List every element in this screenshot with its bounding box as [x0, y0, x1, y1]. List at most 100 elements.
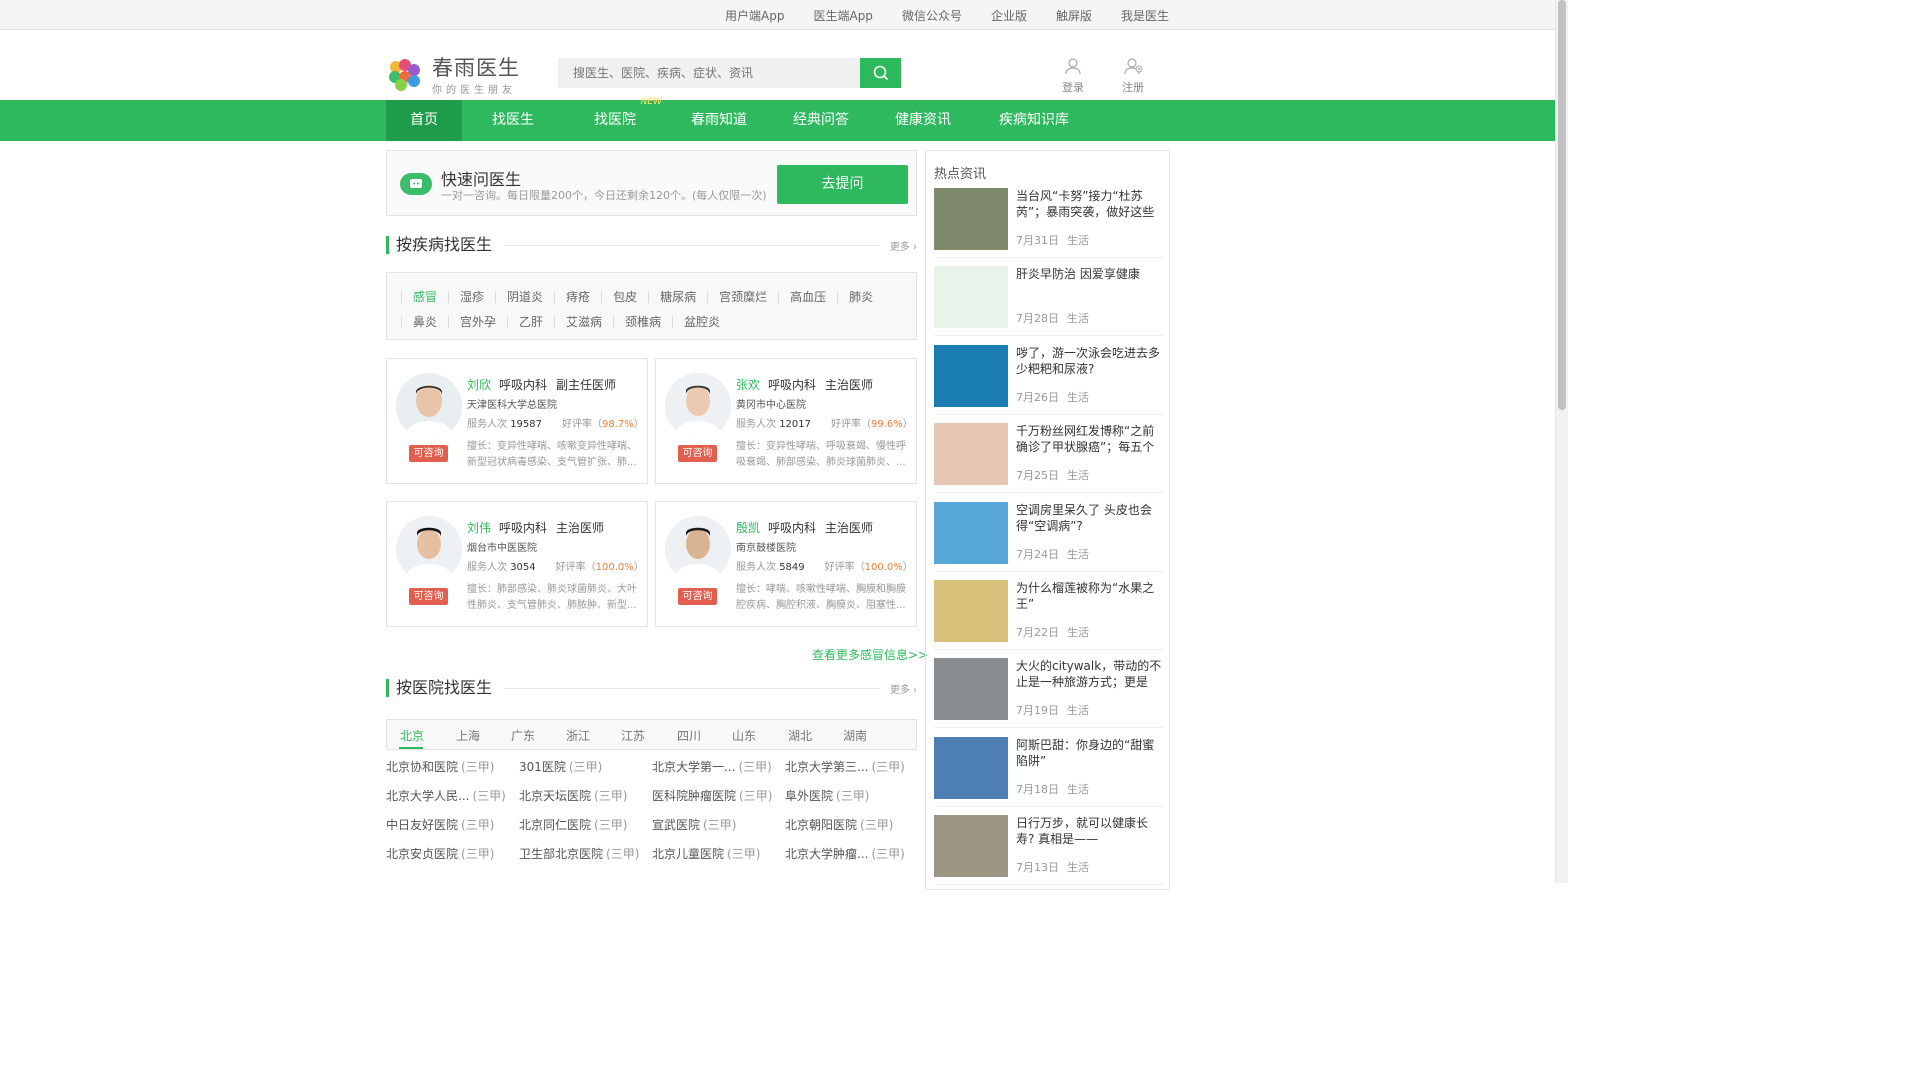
enterprise-link[interactable]: 企业版 [991, 7, 1027, 24]
news-item[interactable]: 阿斯巴甜：你身边的“甜蜜陷阱” 7月18日 生活 [934, 729, 1163, 807]
hospital-link[interactable]: 北京儿童医院 (三甲) [652, 845, 760, 862]
news-item[interactable]: 肝炎早防治 因爱享健康 7月28日 生活 [934, 258, 1163, 337]
login-button[interactable]: 登录 [1053, 57, 1093, 95]
news-headline: 空调房里呆久了 头皮也会得“空调病”? [1016, 502, 1152, 533]
doctor-card[interactable]: 可咨询 刘欣 呼吸内科 副主任医师 天津医科大学总医院 服务人次 19587 好评率（… [386, 358, 648, 484]
doctor-name[interactable]: 张欢 [736, 378, 760, 392]
doctor-hospital: 烟台市中医医院 [467, 543, 537, 554]
nav-health-news[interactable]: 健康资讯 [870, 100, 976, 141]
disease-tag[interactable]: 艾滋病 [554, 316, 613, 328]
disease-tag[interactable]: 盆腔炎 [672, 316, 731, 328]
tab-jiangsu[interactable]: 江苏 [621, 727, 645, 744]
disease-tag[interactable]: 肺炎 [837, 291, 884, 303]
hospital-link[interactable]: 宣武医院 (三甲) [652, 816, 736, 833]
rate-end: ） [633, 419, 644, 430]
consult-button[interactable]: 可咨询 [678, 588, 717, 605]
hospital-link[interactable]: 阜外医院 (三甲) [785, 787, 869, 804]
logo-icon [389, 59, 420, 91]
disease-tag[interactable]: 湿疹 [448, 291, 495, 303]
doctor-stats: 服务人次 5849 好评率（100.0%） [736, 558, 913, 573]
hospital-name: 卫生部北京医院 [519, 847, 604, 861]
wechat-link[interactable]: 微信公众号 [902, 7, 962, 24]
hospital-link[interactable]: 北京天坛医院 (三甲) [519, 787, 627, 804]
tab-shanghai[interactable]: 上海 [456, 727, 480, 744]
logo[interactable]: 春雨医生 你的医生朋友 [389, 56, 520, 96]
tab-beijing[interactable]: 北京 [400, 727, 424, 744]
scrollbar[interactable] [1555, 0, 1568, 883]
hospital-level: (三甲) [871, 847, 905, 861]
tab-hunan[interactable]: 湖南 [843, 727, 867, 744]
disease-tag[interactable]: 乙肝 [507, 316, 554, 328]
hospital-more-link[interactable]: 更多 › [890, 681, 917, 696]
nav-home[interactable]: 首页 [386, 100, 462, 141]
news-headline: 日行万步，就可以健康长寿? 真相是—— [1016, 816, 1149, 847]
tab-sichuan[interactable]: 四川 [677, 727, 701, 744]
touch-link[interactable]: 触屏版 [1056, 7, 1092, 24]
nav-chunyu-knows[interactable]: 春雨知道 [666, 100, 772, 141]
disease-tag[interactable]: 阴道炎 [495, 291, 554, 303]
scrollbar-thumb[interactable] [1558, 0, 1566, 410]
hospital-link[interactable]: 北京安贞医院 (三甲) [386, 845, 494, 862]
nav-classic-qa[interactable]: 经典问答 [772, 100, 870, 141]
register-button[interactable]: 注册 [1113, 57, 1153, 95]
disease-tag[interactable]: 颈椎病 [613, 316, 672, 328]
rate-label: 好评率（ [562, 419, 602, 430]
news-item[interactable]: 哕了，游一次泳会吃进去多少粑粑和尿液? 7月26日 生活 [934, 337, 1163, 415]
hospital-link[interactable]: 医科院肿瘤医院 (三甲) [652, 787, 772, 804]
doctor-name[interactable]: 刘欣 [467, 378, 491, 392]
doctor-name[interactable]: 刘伟 [467, 521, 491, 535]
disease-tag[interactable]: 鼻炎 [401, 316, 448, 328]
ask-button[interactable]: 去提问 [777, 165, 908, 204]
hospital-link[interactable]: 北京大学第一... (三甲) [652, 758, 772, 775]
consult-button[interactable]: 可咨询 [678, 445, 717, 462]
hospital-link[interactable]: 北京大学第三... (三甲) [785, 758, 905, 775]
tab-shandong[interactable]: 山东 [732, 727, 756, 744]
hospital-link[interactable]: 北京大学人民... (三甲) [386, 787, 506, 804]
news-item[interactable]: 千万粉丝网红发博称“之前确诊了甲状腺癌”；每五个成人... 7月25日生活 [934, 415, 1163, 494]
disease-tag[interactable]: 痔疮 [554, 291, 601, 303]
hospital-name: 301医院 [519, 760, 566, 774]
consult-button[interactable]: 可咨询 [409, 445, 448, 462]
service-label: 服务人次 [736, 562, 776, 573]
nav-disease-library[interactable]: 疾病知识库 [976, 100, 1092, 141]
search-button[interactable] [860, 58, 901, 88]
disease-tag[interactable]: 糖尿病 [648, 291, 707, 303]
hospital-link[interactable]: 卫生部北京医院 (三甲) [519, 845, 639, 862]
doctor-card[interactable]: 可咨询 张欢 呼吸内科 主治医师 黄冈市中心医院 服务人次 12017 好评率（99.… [655, 358, 917, 484]
hospital-link[interactable]: 中日友好医院 (三甲) [386, 816, 494, 833]
hospital-link[interactable]: 北京朝阳医院 (三甲) [785, 816, 893, 833]
news-item[interactable]: 日行万步，就可以健康长寿? 真相是—— 7月13日 生活 [934, 807, 1163, 886]
disease-tag[interactable]: 宫外孕 [448, 316, 507, 328]
doctor-name[interactable]: 殷凯 [736, 521, 760, 535]
tab-guangdong[interactable]: 广东 [511, 727, 535, 744]
disease-tag[interactable]: 感冒 [401, 291, 448, 303]
hospital-link[interactable]: 北京大学肿瘤... (三甲) [785, 845, 905, 862]
i-am-doctor-link[interactable]: 我是医生 [1121, 7, 1169, 24]
hospital-link[interactable]: 北京同仁医院 (三甲) [519, 816, 627, 833]
disease-tag[interactable]: 包皮 [601, 291, 648, 303]
consult-button[interactable]: 可咨询 [409, 588, 448, 605]
hospital-name: 北京同仁医院 [519, 818, 592, 832]
nav-find-hospital[interactable]: 找医院 NEW [564, 97, 666, 141]
more-cold-info-link[interactable]: 查看更多感冒信息>> [812, 646, 928, 663]
hospital-link[interactable]: 北京协和医院 (三甲) [386, 758, 494, 775]
news-item[interactable]: 当台风“卡努”接力“杜苏芮”；暴雨突袭，做好这些才安全 7月31日生活 [934, 180, 1163, 258]
disease-more-link[interactable]: 更多 › [890, 238, 917, 253]
news-item[interactable]: 为什么榴莲被称为“水果之王” 7月22日 生活 [934, 572, 1163, 650]
doctor-app-link[interactable]: 医生端App [813, 7, 872, 24]
tab-zhejiang[interactable]: 浙江 [566, 727, 590, 744]
disease-tag[interactable]: 高血压 [778, 291, 837, 303]
news-category: 生活 [1067, 704, 1089, 718]
news-item[interactable]: 大火的citywalk，带动的不止是一种旅游方式；更是一... 7月19日生活 [934, 650, 1163, 729]
doctor-card[interactable]: 可咨询 刘伟 呼吸内科 主治医师 烟台市中医医院 服务人次 3054 好评率（100.… [386, 501, 648, 627]
doctor-dept: 呼吸内科 [768, 521, 817, 535]
doctor-card[interactable]: 可咨询 殷凯 呼吸内科 主治医师 南京鼓楼医院 服务人次 5849 好评率（100.0… [655, 501, 917, 627]
nav-find-doctor[interactable]: 找医生 [462, 100, 564, 141]
news-item[interactable]: 空调房里呆久了 头皮也会得“空调病”? 7月24日 生活 [934, 494, 1163, 572]
disease-tag[interactable]: 宫颈糜烂 [707, 291, 778, 303]
logo-subtitle: 你的医生朋友 [432, 85, 516, 96]
search-input[interactable] [558, 58, 860, 88]
tab-hubei[interactable]: 湖北 [788, 727, 812, 744]
user-app-link[interactable]: 用户端App [725, 7, 784, 24]
hospital-link[interactable]: 301医院 (三甲) [519, 758, 602, 775]
